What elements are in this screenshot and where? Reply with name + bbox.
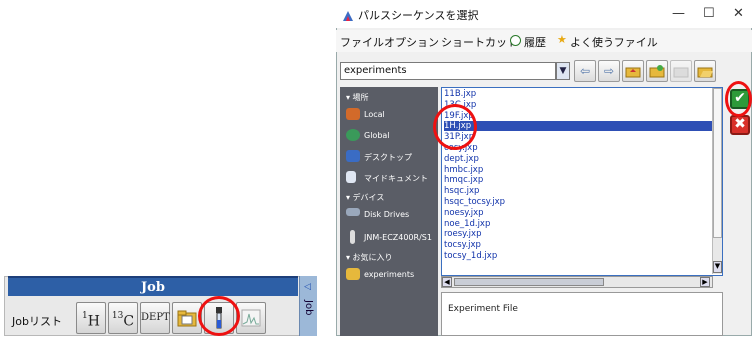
horizontal-scroll-thumb[interactable]	[454, 278, 604, 286]
path-combo[interactable]: experiments	[340, 62, 556, 80]
file-row[interactable]: 11B.jxp	[444, 89, 476, 99]
file-row[interactable]: hsqc.jxp	[444, 186, 479, 196]
menu-options[interactable]: オプション	[384, 34, 439, 50]
file-preview-panel	[441, 292, 723, 336]
13c-button-label: C	[123, 313, 135, 330]
dept-button-label: DEPT	[141, 312, 170, 323]
sidebar-item-local[interactable]: Local	[364, 110, 385, 119]
desktop-monitor-icon	[346, 150, 360, 162]
app-icon	[342, 7, 354, 21]
spectrometer-icon	[350, 230, 355, 244]
disabled-folder-button[interactable]	[670, 60, 692, 82]
dialog-title: パルスシーケンスを選択	[358, 9, 479, 22]
file-row[interactable]: noe_1d.jxp	[444, 219, 490, 229]
file-row[interactable]: hmqc.jxp	[444, 175, 483, 185]
sidebar-item-global[interactable]: Global	[364, 131, 390, 140]
sidebar-item-disk-drives[interactable]: Disk Drives	[364, 210, 409, 219]
cancel-x-button[interactable]: ✖	[730, 115, 750, 135]
sidebar-item-my-documents[interactable]: マイドキュメント	[364, 173, 428, 184]
menu-history[interactable]: 履歴	[524, 34, 546, 50]
forward-button[interactable]: ⇨	[598, 60, 620, 82]
scroll-down-arrow[interactable]: ▼	[713, 261, 722, 273]
gray-folder-icon	[673, 67, 689, 78]
file-row[interactable]: dept.jxp	[444, 154, 479, 164]
file-row[interactable]: noesy.jxp	[444, 208, 484, 218]
vertical-scrollbar[interactable]: ▼	[712, 88, 722, 274]
1h-button[interactable]: 1H	[76, 302, 106, 334]
sidebar-section-devices: ▾ デバイス	[346, 193, 385, 202]
sidebar-section-favorites: ▾ お気に入り	[346, 253, 393, 262]
highlight-circle-selected-file	[433, 104, 477, 150]
scroll-left-arrow[interactable]: ◀	[442, 277, 452, 287]
document-icon	[346, 171, 356, 183]
new-folder-icon	[649, 65, 665, 78]
back-button[interactable]: ⇦	[574, 60, 596, 82]
vertical-scroll-thumb[interactable]	[713, 88, 722, 238]
file-list	[441, 87, 723, 276]
1h-button-label: H	[87, 313, 100, 330]
minimize-button[interactable]: —	[672, 6, 685, 21]
job-list-label: Jobリスト	[12, 315, 62, 328]
file-row[interactable]: hsqc_tocsy.jxp	[444, 197, 505, 207]
menu-shortcut[interactable]: ショートカット	[441, 34, 518, 50]
sidebar-item-spectrometer[interactable]: JNM-ECZ400R/S1	[364, 233, 432, 242]
dept-button[interactable]: DEPT	[140, 302, 170, 334]
new-folder-button[interactable]	[646, 60, 668, 82]
local-house-icon	[346, 108, 360, 120]
history-icon	[510, 35, 521, 46]
open-folder-icon	[697, 67, 713, 78]
open-folder-button[interactable]	[694, 60, 716, 82]
folder-icon	[177, 310, 197, 327]
sidebar-item-desktop[interactable]: デスクトップ	[364, 152, 412, 163]
job-side-tab-label: Job	[303, 300, 314, 316]
favorite-folder-icon	[346, 268, 360, 280]
highlight-circle-ok-button	[725, 81, 752, 117]
file-row[interactable]: hmbc.jxp	[444, 165, 483, 175]
file-row[interactable]: roesy.jxp	[444, 229, 481, 239]
sidebar-section-places: ▾ 場所	[346, 93, 369, 102]
1h-button-sup: 1	[82, 311, 88, 321]
highlight-circle-tube	[198, 296, 240, 336]
13c-button[interactable]: 13C	[108, 302, 138, 334]
star-icon: ★	[557, 33, 567, 46]
file-row[interactable]: tocsy.jxp	[444, 240, 481, 250]
menu-file[interactable]: ファイル	[340, 34, 384, 50]
path-dropdown-button[interactable]: ▼	[556, 62, 570, 80]
file-type-description: Experiment File	[448, 304, 518, 314]
13c-button-sup: 13	[111, 311, 124, 321]
job-panel-title: Job	[8, 276, 298, 296]
close-window-button[interactable]: ✕	[733, 6, 744, 21]
scroll-right-arrow[interactable]: ▶	[700, 277, 710, 287]
sidebar-item-experiments[interactable]: experiments	[364, 270, 414, 279]
menu-favorites[interactable]: よく使うファイル	[570, 34, 658, 50]
home-folder-button[interactable]	[622, 60, 644, 82]
disk-drive-icon	[346, 208, 360, 216]
file-row[interactable]: 1H.jxp	[444, 121, 714, 132]
file-row[interactable]: tocsy_1d.jxp	[444, 251, 497, 261]
maximize-button[interactable]: ☐	[703, 6, 715, 21]
collapse-arrow-icon: ◁	[304, 282, 311, 292]
global-globe-icon	[346, 129, 360, 141]
x-icon: ✖	[734, 116, 746, 132]
spectrum-icon	[241, 309, 261, 327]
home-folder-icon	[625, 67, 641, 78]
spectrum-button[interactable]	[236, 302, 266, 334]
job-side-tab[interactable]: ◁ Job	[299, 276, 317, 336]
